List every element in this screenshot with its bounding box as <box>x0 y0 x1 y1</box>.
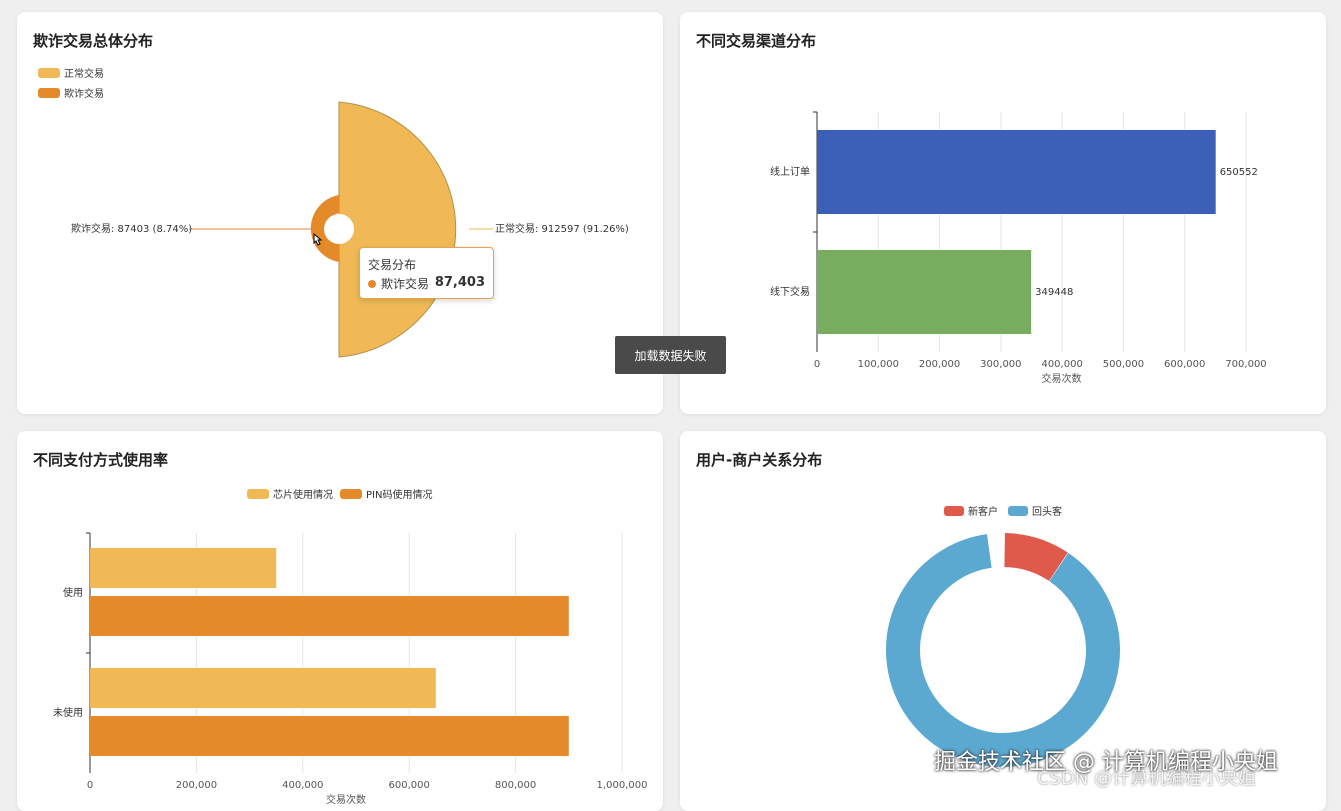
tooltip-series-name: 欺诈交易 <box>381 277 430 291</box>
y-tick-label: 未使用 <box>53 706 83 719</box>
bar-未使用-芯片使用情况[interactable] <box>90 668 436 708</box>
bar-使用-芯片使用情况[interactable] <box>90 548 277 588</box>
x-axis-label: 交易次数 <box>326 793 366 806</box>
x-tick-label: 600,000 <box>1164 359 1205 370</box>
channel-distribution-card: 不同交易渠道分布 0 100,000 200,000 300,000 400,000 50… <box>680 12 1326 414</box>
payment-method-card: 不同支付方式使用率 芯片使用情况 PIN码使用情况 0 200,000 400,00… <box>17 431 663 811</box>
y-tick-label: 使用 <box>63 586 83 599</box>
x-tick-label: 300,000 <box>980 359 1021 370</box>
x-tick-label: 700,000 <box>1225 359 1266 370</box>
bar-value-label: 349448 <box>1035 287 1073 298</box>
bar-chart-payment: 0 200,000 400,000 600,000 800,000 1,000,000 使用… <box>53 532 648 806</box>
x-tick-label: 100,000 <box>858 359 899 370</box>
x-tick-label: 600,000 <box>389 780 430 791</box>
bar-使用-PIN码使用情况[interactable] <box>90 596 569 636</box>
pie-center-hole <box>324 214 354 244</box>
tooltip-dot <box>368 280 376 288</box>
x-tick-label: 500,000 <box>1103 359 1144 370</box>
tooltip-title: 交易分布 <box>368 258 417 272</box>
fraud-distribution-card: 欺诈交易总体分布 正常交易 欺诈交易 欺诈交易: 87403 (8.74%) 正… <box>17 12 663 414</box>
x-tick-label: 200,000 <box>919 359 960 370</box>
x-tick-label: 800,000 <box>495 780 536 791</box>
slice-label-fraud: 欺诈交易: 87403 (8.74%) <box>71 222 192 235</box>
error-toast: 加载数据失败 <box>615 336 726 374</box>
x-axis-label: 交易次数 <box>1042 372 1082 385</box>
x-tick-label: 1,000,000 <box>597 780 648 791</box>
y-tick-label: 线下交易 <box>770 285 810 298</box>
x-tick-label: 0 <box>814 359 820 370</box>
chart-tooltip: 交易分布 欺诈交易 87,403 <box>359 247 494 299</box>
x-tick-label: 400,000 <box>1041 359 1082 370</box>
bar-线下交易[interactable] <box>817 250 1032 334</box>
pie-chart-fraud: 欺诈交易: 87403 (8.74%) 正常交易: 912597 (91.26%… <box>71 101 629 358</box>
bar-value-label: 650552 <box>1220 167 1258 178</box>
juejin-watermark: 掘金技术社区 @ 计算机编程小央姐 <box>934 750 1278 775</box>
slice-normal[interactable] <box>338 101 457 358</box>
bar-线上订单[interactable] <box>817 130 1216 214</box>
slice-label-normal: 正常交易: 912597 (91.26%) <box>495 222 629 235</box>
bar-未使用-PIN码使用情况[interactable] <box>90 716 569 756</box>
x-tick-label: 200,000 <box>176 780 217 791</box>
x-tick-label: 0 <box>87 780 93 791</box>
y-tick-label: 线上订单 <box>770 165 810 178</box>
bar-chart-channel: 0 100,000 200,000 300,000 400,000 500,000 600,… <box>770 111 1267 385</box>
tooltip-value: 87,403 <box>434 275 485 290</box>
x-tick-label: 400,000 <box>282 780 323 791</box>
